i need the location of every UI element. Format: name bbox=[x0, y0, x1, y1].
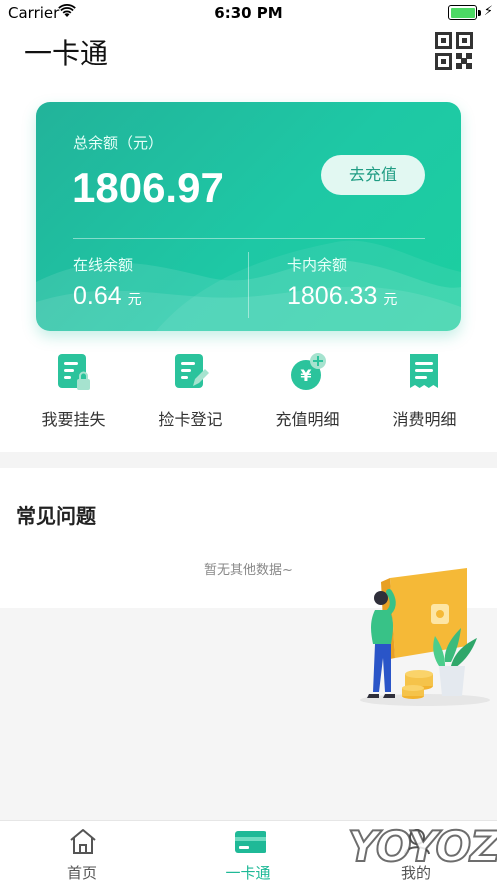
card-icon bbox=[235, 831, 266, 853]
empty-state-illustration bbox=[360, 568, 490, 706]
card-divider-vertical bbox=[248, 252, 249, 318]
card-divider bbox=[73, 238, 425, 239]
charging-icon: ⚡ bbox=[483, 4, 493, 19]
total-balance-label: 总余额（元） bbox=[73, 134, 164, 152]
found-card-register-icon bbox=[175, 354, 209, 388]
tab-label: 一卡通 bbox=[225, 864, 271, 882]
quick-actions: 我要挂失 捡卡登记 ¥ 充值明细 消费明细 bbox=[0, 350, 497, 440]
card-balance-label: 卡内余额 bbox=[287, 256, 348, 274]
tab-card[interactable]: 一卡通 bbox=[188, 821, 308, 883]
battery-icon bbox=[448, 5, 477, 20]
action-consumption-detail[interactable]: 消费明细 bbox=[366, 350, 483, 440]
online-balance-value: 0.64 bbox=[73, 282, 122, 310]
action-label: 充值明细 bbox=[275, 410, 340, 429]
watermark-logo: YOYOZ bbox=[347, 821, 497, 872]
action-label: 捡卡登记 bbox=[158, 410, 223, 429]
status-bar: Carrier 6:30 PM ⚡ bbox=[0, 0, 497, 26]
qr-code-icon[interactable] bbox=[435, 32, 473, 70]
card-balance-value: 1806.33 bbox=[287, 282, 378, 310]
page-title: 一卡通 bbox=[24, 37, 109, 70]
total-balance-value: 1806.97 bbox=[72, 164, 224, 211]
online-balance-label: 在线余额 bbox=[73, 256, 134, 274]
recharge-detail-icon: ¥ bbox=[291, 353, 326, 390]
consumption-detail-icon bbox=[410, 354, 438, 388]
action-recharge-detail[interactable]: ¥ 充值明细 bbox=[249, 350, 366, 440]
action-label: 消费明细 bbox=[392, 410, 457, 429]
action-found-card-register[interactable]: 捡卡登记 bbox=[132, 350, 249, 440]
clock: 6:30 PM bbox=[214, 4, 283, 22]
balance-card: 总余额（元） 1806.97 去充值 在线余额 0.64 元 卡内余额 1806.… bbox=[36, 102, 461, 331]
tab-label: 首页 bbox=[66, 864, 97, 882]
home-icon bbox=[70, 829, 96, 854]
card-balance: 1806.33 元 bbox=[287, 282, 397, 311]
section-separator bbox=[0, 452, 497, 468]
tab-home[interactable]: 首页 bbox=[22, 821, 142, 883]
online-balance: 0.64 元 bbox=[73, 282, 142, 311]
report-loss-icon bbox=[58, 354, 90, 390]
action-report-loss[interactable]: 我要挂失 bbox=[15, 350, 132, 440]
online-balance-unit: 元 bbox=[127, 291, 142, 307]
recharge-button[interactable]: 去充值 bbox=[321, 155, 425, 195]
action-label: 我要挂失 bbox=[41, 410, 106, 429]
faq-title: 常见问题 bbox=[16, 504, 96, 528]
svg-text:¥: ¥ bbox=[300, 366, 311, 385]
card-balance-unit: 元 bbox=[383, 291, 398, 307]
